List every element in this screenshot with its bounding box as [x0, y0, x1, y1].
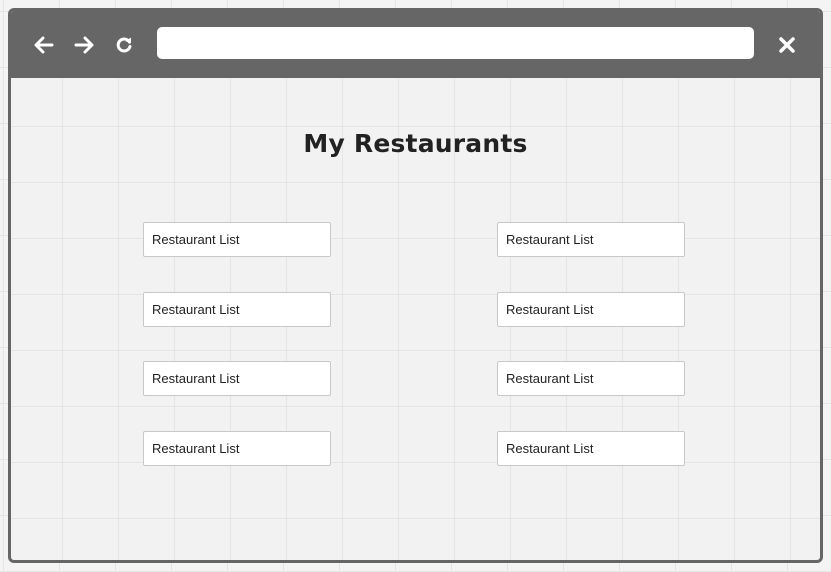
- arrow-right-icon: [74, 36, 94, 54]
- restaurant-list-button[interactable]: Restaurant List: [143, 292, 331, 327]
- page-title: My Restaurants: [303, 129, 528, 158]
- back-button[interactable]: [30, 31, 58, 59]
- restaurant-list-button[interactable]: Restaurant List: [497, 361, 685, 396]
- restaurant-list-button[interactable]: Restaurant List: [497, 222, 685, 257]
- restaurant-list-button[interactable]: Restaurant List: [143, 222, 331, 257]
- forward-button[interactable]: [70, 31, 98, 59]
- restaurant-list-button[interactable]: Restaurant List: [497, 431, 685, 466]
- address-bar[interactable]: [157, 27, 754, 59]
- reload-icon: [116, 37, 132, 53]
- close-button[interactable]: [773, 31, 801, 59]
- close-icon: [779, 37, 795, 53]
- restaurant-list-button[interactable]: Restaurant List: [143, 361, 331, 396]
- browser-toolbar: [11, 11, 820, 78]
- restaurant-list-button[interactable]: Restaurant List: [497, 292, 685, 327]
- restaurant-list-button[interactable]: Restaurant List: [143, 431, 331, 466]
- reload-button[interactable]: [110, 31, 138, 59]
- arrow-left-icon: [34, 36, 54, 54]
- browser-window: My Restaurants Restaurant List Restauran…: [8, 8, 823, 563]
